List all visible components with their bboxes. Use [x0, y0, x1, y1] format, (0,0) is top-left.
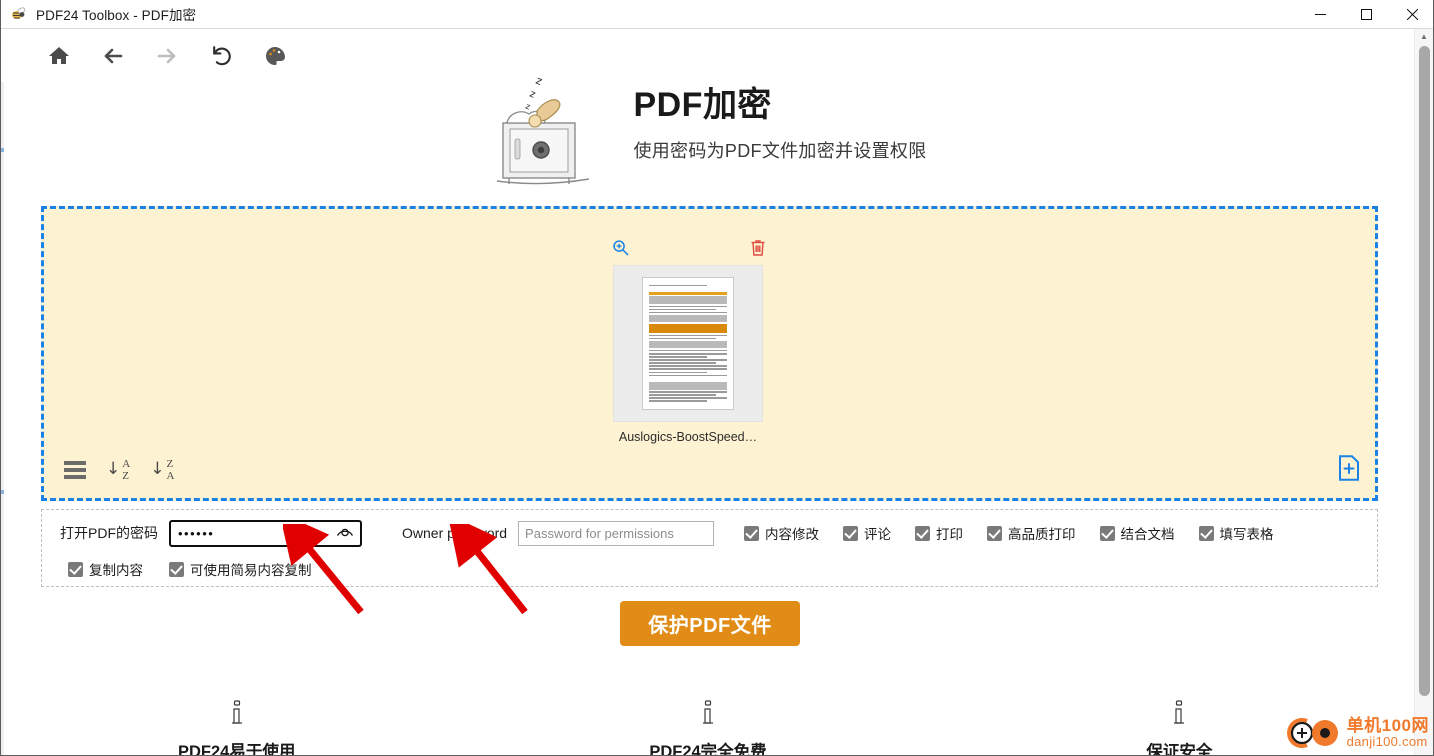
feature-item: PDF24完全免费	[472, 695, 943, 756]
svg-text:z: z	[525, 101, 532, 111]
user-password-wrapper	[169, 519, 362, 547]
watermark: 单机100网 danji100.com	[1285, 713, 1429, 753]
file-card[interactable]: Auslogics-BoostSpeed…	[604, 239, 772, 444]
dropzone-tools: ↓ AZ ↓ ZA	[64, 458, 174, 482]
maximize-button[interactable]	[1343, 0, 1389, 29]
title-bar: PDF24 Toolbox - PDF加密	[1, 0, 1433, 29]
permission-label: 填写表格	[1219, 527, 1274, 542]
encryption-options-panel: 打开PDF的密码 Owner password 内容修改 评论 打印 高品质打印 结合文…	[41, 509, 1378, 587]
page-title: PDF加密	[633, 85, 772, 124]
checkmark-icon[interactable]	[987, 525, 1003, 541]
svg-text:z: z	[534, 73, 544, 87]
permission-checkbox[interactable]: 可使用简易内容复制	[169, 559, 312, 579]
permission-checkbox[interactable]: 结合文档	[1099, 523, 1175, 543]
permission-checkbox[interactable]: 复制内容	[68, 559, 143, 579]
sort-az-icon[interactable]: ↓ AZ	[106, 458, 130, 482]
left-edge-marker-bottom	[1, 490, 4, 494]
permission-checkbox[interactable]: 内容修改	[744, 523, 819, 543]
checkmark-icon[interactable]	[843, 525, 859, 541]
permission-label: 复制内容	[89, 563, 143, 578]
checkmark-icon[interactable]	[169, 561, 184, 577]
info-icon	[472, 695, 943, 735]
eye-icon[interactable]	[336, 524, 354, 543]
checkmark-icon[interactable]	[1099, 525, 1115, 541]
file-thumbnail[interactable]	[613, 265, 763, 422]
owner-password-label: Owner password	[402, 525, 508, 541]
window-controls	[1297, 0, 1433, 29]
permission-label: 高品质打印	[1008, 527, 1076, 542]
permission-label: 结合文档	[1120, 527, 1175, 542]
scrollbar-thumb[interactable]	[1419, 46, 1430, 696]
minimize-button[interactable]	[1297, 0, 1343, 29]
file-dropzone[interactable]: Auslogics-BoostSpeed… ↓ AZ ↓ ZA	[41, 206, 1378, 501]
checkmark-icon[interactable]	[1198, 525, 1214, 541]
options-row-primary: 打开PDF的密码 Owner password 内容修改 评论 打印 高品质打印 结合文…	[60, 518, 1377, 548]
checkmark-icon[interactable]	[744, 525, 760, 541]
permission-checkbox[interactable]: 打印	[915, 523, 963, 543]
feature-title: PDF24易于使用	[177, 743, 296, 756]
sort-za-icon[interactable]: ↓ ZA	[150, 458, 174, 482]
danji100-logo	[1285, 713, 1343, 753]
pdf24-bee-icon	[10, 5, 28, 23]
watermark-en: danji100.com	[1346, 734, 1428, 750]
svg-text:z: z	[528, 88, 537, 100]
dropzone-footer: ↓ AZ ↓ ZA	[44, 442, 1375, 498]
feature-list: PDF24易于使用 PDF24完全免费 保证安全	[1, 695, 1415, 756]
close-button[interactable]	[1389, 0, 1433, 29]
permission-checkbox[interactable]: 评论	[843, 523, 891, 543]
options-row-secondary: 复制内容 可使用简易内容复制	[60, 555, 1377, 583]
permission-label: 打印	[936, 527, 964, 542]
user-password-input[interactable]	[169, 519, 362, 547]
permission-label: 可使用简易内容复制	[190, 563, 312, 578]
feature-item: PDF24易于使用	[1, 695, 472, 756]
window-title: PDF24 Toolbox - PDF加密	[36, 8, 197, 23]
checkmark-icon[interactable]	[915, 525, 931, 541]
vertical-scrollbar[interactable]: ▲	[1414, 29, 1433, 755]
page-header: z z z z PDF加密 使用密码为PDF文件加密并设置权	[1, 62, 1415, 192]
scroll-up-arrow-icon[interactable]: ▲	[1415, 29, 1433, 44]
owner-password-input[interactable]	[518, 520, 715, 546]
permission-checkbox[interactable]: 填写表格	[1198, 523, 1274, 543]
permission-checkbox[interactable]: 高品质打印	[987, 523, 1076, 543]
page-subtitle: 使用密码为PDF文件加密并设置权限	[633, 141, 927, 162]
list-icon[interactable]	[64, 461, 86, 479]
add-file-icon[interactable]	[1337, 454, 1361, 486]
permissions-group-primary: 内容修改 评论 打印 高品质打印 结合文档 填写表格	[744, 523, 1274, 543]
permission-label: 评论	[864, 527, 892, 542]
magnifier-plus-icon[interactable]	[612, 239, 629, 259]
permissions-group-secondary: 复制内容 可使用简易内容复制	[68, 559, 312, 579]
permission-label: 内容修改	[765, 527, 820, 542]
trash-icon[interactable]	[750, 239, 766, 259]
safe-vault-icon: z z z z	[489, 65, 599, 190]
feature-title: PDF24完全免费	[649, 743, 767, 756]
watermark-text: 单机100网 danji100.com	[1347, 717, 1429, 748]
watermark-cn: 单机100网	[1346, 716, 1429, 736]
page-header-text: PDF加密 使用密码为PDF文件加密并设置权限	[633, 85, 927, 167]
user-password-label: 打开PDF的密码	[60, 525, 158, 541]
application-window: PDF24 Toolbox - PDF加密 z z z PDF加密 使用密码为P…	[0, 0, 1434, 756]
file-card-tools	[604, 239, 772, 265]
protect-pdf-button[interactable]: 保护PDF文件	[620, 601, 800, 646]
info-icon	[1, 695, 472, 735]
checkmark-icon[interactable]	[68, 561, 83, 577]
thumbnail-page-preview	[642, 277, 734, 410]
